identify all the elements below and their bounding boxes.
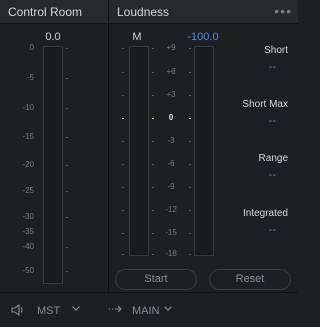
scale-mark	[189, 118, 191, 119]
scale-mark	[66, 191, 68, 192]
scale-mark	[152, 141, 154, 142]
loudness-title: Loudness	[117, 5, 170, 19]
scale-tick: 0	[29, 43, 34, 52]
main-chevron-down-icon[interactable]	[163, 303, 173, 316]
stat-value-range: --	[268, 169, 276, 181]
speaker-icon[interactable]	[10, 303, 26, 320]
meter-mode-label: M	[132, 31, 142, 43]
scale-mark	[189, 48, 191, 49]
scale-tick: 0	[168, 113, 174, 122]
control-room-meter	[43, 46, 63, 284]
scale-mark	[189, 233, 191, 234]
control-room-header: Control Room	[0, 0, 108, 24]
scale-mark	[189, 164, 191, 165]
scale-mark	[122, 95, 124, 96]
scale-tick: -12	[165, 205, 177, 214]
loudness-panel: Loudness ••• M -100.0 +9 +6 +3 0 -3 -6 -…	[109, 0, 298, 327]
mst-label[interactable]: MST	[37, 305, 60, 317]
scale-mark	[66, 165, 68, 166]
scale-tick: -25	[22, 186, 34, 195]
footer-bar: MST MAIN	[0, 292, 298, 327]
scale-mark	[66, 271, 68, 272]
stat-label-short-max: Short Max	[242, 99, 288, 110]
scale-mark	[189, 254, 191, 255]
scale-tick: -6	[167, 159, 175, 168]
scale-mark	[122, 164, 124, 165]
route-arrow-icon	[108, 304, 124, 317]
scale-mark	[122, 254, 124, 255]
scale-mark	[66, 78, 68, 79]
reset-button[interactable]: Reset	[209, 269, 291, 290]
scale-mark	[189, 210, 191, 211]
scale-mark	[152, 164, 154, 165]
scale-mark	[122, 187, 124, 188]
scale-mark	[189, 72, 191, 73]
control-room-title: Control Room	[8, 5, 83, 19]
scale-mark	[152, 95, 154, 96]
scale-tick: -15	[165, 228, 177, 237]
scale-mark	[122, 48, 124, 49]
scale-mark	[66, 137, 68, 138]
scale-mark	[66, 108, 68, 109]
scale-mark	[66, 48, 68, 49]
stat-label-integrated: Integrated	[242, 208, 288, 219]
scale-mark	[122, 72, 124, 73]
scale-mark	[122, 233, 124, 234]
scale-tick: -40	[22, 242, 34, 251]
stat-label-range: Range	[258, 153, 288, 164]
control-room-panel: Control Room 0.0 0 -5 -10 -15 -20 -25 -3…	[0, 0, 108, 327]
scale-mark	[122, 141, 124, 142]
scale-mark	[189, 187, 191, 188]
scale-tick: -18	[165, 249, 177, 258]
loudness-header: Loudness •••	[109, 0, 298, 24]
scale-tick: -10	[22, 103, 34, 112]
scale-tick: +6	[166, 67, 176, 76]
scale-mark	[189, 95, 191, 96]
scale-mark	[152, 72, 154, 73]
scale-mark	[152, 233, 154, 234]
scale-mark	[152, 48, 154, 49]
scale-tick: -3	[167, 136, 175, 145]
stat-value-short: --	[268, 61, 276, 73]
start-button[interactable]: Start	[115, 269, 197, 290]
scale-tick: -20	[22, 160, 34, 169]
scale-tick: -30	[22, 212, 34, 221]
scale-mark	[152, 210, 154, 211]
scale-mark	[152, 187, 154, 188]
scale-mark	[66, 247, 68, 248]
scale-mark	[66, 217, 68, 218]
scale-tick: +3	[166, 90, 176, 99]
scale-tick: -9	[167, 182, 175, 191]
scale-mark	[152, 118, 154, 119]
momentary-meter	[129, 46, 149, 256]
more-dots-icon[interactable]: •••	[274, 3, 292, 19]
stat-value-short-max: --	[268, 115, 276, 127]
mst-chevron-down-icon[interactable]	[71, 303, 81, 316]
stat-value-integrated: --	[268, 224, 276, 236]
control-room-level-value: 0.0	[45, 31, 61, 43]
scale-mark	[122, 118, 124, 119]
scale-tick: +9	[166, 43, 176, 52]
scale-tick: -35	[22, 227, 34, 236]
meter-value: -100.0	[187, 31, 219, 43]
scale-mark	[189, 141, 191, 142]
scale-tick: -5	[26, 73, 34, 82]
scale-mark	[152, 254, 154, 255]
scale-tick: -50	[22, 266, 34, 275]
main-label[interactable]: MAIN	[132, 305, 160, 317]
scale-tick: -15	[22, 132, 34, 141]
scale-mark	[122, 210, 124, 211]
loudness-meter	[194, 46, 214, 256]
stat-label-short: Short	[264, 45, 288, 56]
